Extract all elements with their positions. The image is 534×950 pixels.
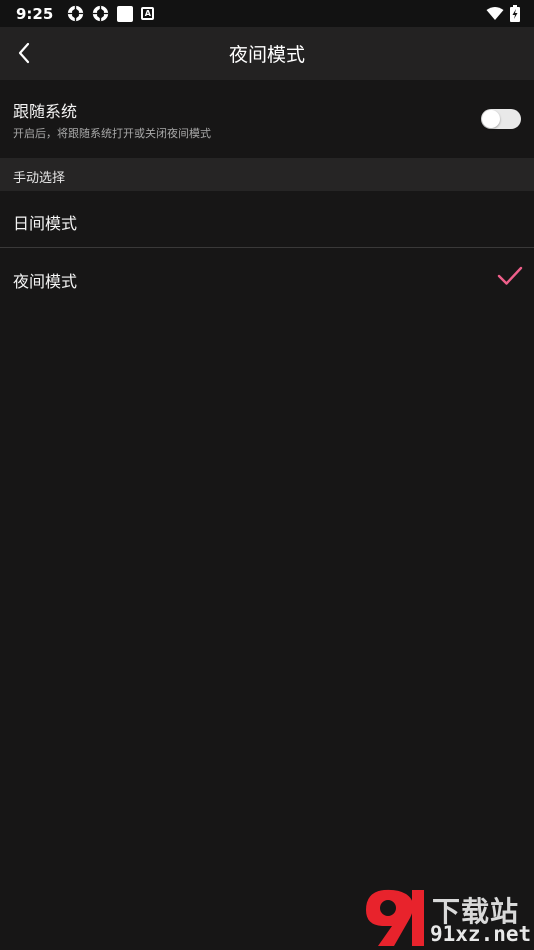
watermark-logo [366, 889, 424, 946]
option-label: 夜间模式 [13, 272, 78, 291]
aperture-icon [68, 5, 84, 22]
status-time: 9:25 [16, 4, 54, 23]
aperture-icon [93, 5, 109, 22]
checkmark-icon [497, 266, 523, 285]
section-label: 手动选择 [13, 171, 66, 186]
status-icons-right [486, 5, 520, 22]
page-title: 夜间模式 [228, 44, 305, 66]
toggle-knob [482, 110, 500, 128]
a-notification-icon: A [141, 7, 155, 20]
option-night-mode[interactable]: 夜间模式 [0, 249, 534, 306]
battery-charging-icon [510, 5, 520, 22]
square-notification-icon [117, 5, 134, 22]
chevron-left-icon [18, 42, 30, 64]
back-button[interactable] [10, 39, 38, 67]
site-watermark: 下载站 91xz.net [362, 888, 532, 948]
follow-system-toggle[interactable] [481, 109, 521, 129]
follow-system-row: 跟随系统 开启后，将跟随系统打开或关闭夜间模式 [0, 80, 534, 158]
manual-select-section: 手动选择 [0, 158, 534, 191]
follow-system-description: 开启后，将跟随系统打开或关闭夜间模式 [13, 127, 211, 140]
follow-system-title: 跟随系统 [13, 102, 78, 121]
status-bar: 9:25 A [0, 0, 534, 27]
option-label: 日间模式 [13, 214, 78, 233]
option-day-mode[interactable]: 日间模式 [0, 191, 534, 248]
app-header: 夜间模式 [0, 27, 534, 80]
watermark-bottom-text: 91xz.net [430, 922, 532, 946]
wifi-icon [486, 7, 504, 20]
status-icons-left: A [67, 5, 155, 22]
night-mode-screen: 9:25 A 夜间模式 跟随系统 开启后，将跟随系统打开或关闭夜间模式 手动选择… [0, 0, 534, 950]
